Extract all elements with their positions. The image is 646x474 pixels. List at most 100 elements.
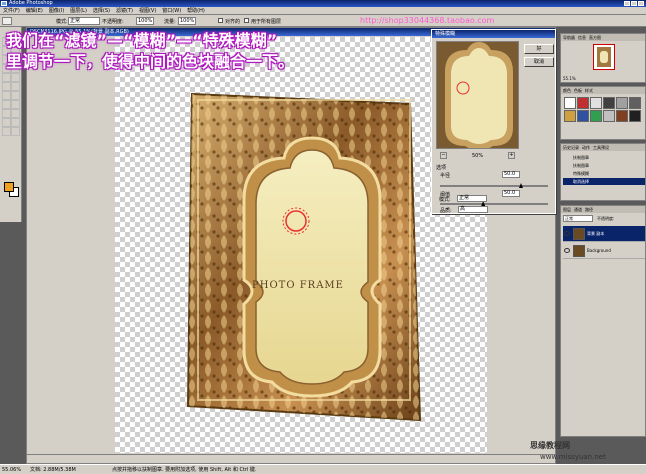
close-icon[interactable] (638, 1, 644, 6)
filter-preview[interactable] (436, 41, 519, 149)
layer-name: Background (587, 248, 611, 253)
radius-field[interactable]: 50.0 (502, 171, 520, 178)
zoom-in-button[interactable]: + (508, 152, 515, 159)
layers-panel: 图层 通道 路径 正常 不透明度: 背景 副本 Background (560, 205, 646, 437)
menu-select[interactable]: 选择(S) (90, 7, 113, 15)
visibility-eye-icon[interactable] (564, 231, 570, 236)
minimize-icon[interactable] (624, 1, 630, 6)
special-blur-dialog: 特殊模糊 好 取消 − 50% + 选项 半径 50.0 阈值 50.0 品质:… (431, 29, 556, 214)
photoshop-logo-icon (1, 1, 7, 6)
layer-blend-mode-select[interactable]: 正常 (563, 215, 593, 222)
threshold-slider[interactable] (440, 201, 548, 206)
history-item-selected[interactable]: 取消选择 (563, 178, 645, 185)
tab-actions[interactable]: 动作 (582, 145, 590, 150)
flow-field[interactable]: 100% (178, 17, 196, 25)
navigator-zoom[interactable]: 55.1% (563, 76, 576, 81)
radius-slider[interactable] (440, 183, 548, 188)
history-item[interactable]: 扶制图章 (563, 154, 645, 161)
tab-history[interactable]: 历史记录 (563, 145, 579, 150)
layer-row-background-copy[interactable]: 背景 副本 (563, 226, 645, 242)
tab-color[interactable]: 颜色 (563, 88, 571, 93)
style-swatch[interactable] (603, 97, 615, 109)
history-tabs: 历史记录 动作 工具预设 (561, 144, 645, 151)
cancel-button[interactable]: 取消 (524, 57, 554, 67)
menu-file[interactable]: 文件(F) (0, 7, 23, 15)
tab-navigator[interactable]: 导航器 (563, 35, 575, 40)
preview-zoom-value: 50% (472, 153, 484, 159)
blur-tool-icon[interactable] (2, 91, 11, 100)
style-swatch[interactable] (616, 97, 628, 109)
notes-tool-icon[interactable] (2, 118, 11, 127)
tab-styles[interactable]: 样式 (585, 88, 593, 93)
type-tool-icon[interactable] (11, 100, 20, 109)
style-swatch[interactable] (564, 97, 576, 109)
dodge-tool-icon[interactable] (11, 91, 20, 100)
gradient-tool-icon[interactable] (11, 82, 20, 91)
shape-tool-icon[interactable] (11, 109, 20, 118)
tab-paths[interactable]: 路径 (585, 207, 593, 212)
history-item[interactable]: 扶制图章 (563, 162, 645, 169)
style-swatch[interactable] (590, 97, 602, 109)
navigator-thumbnail[interactable] (593, 44, 615, 70)
menu-layer[interactable]: 图层(L) (67, 7, 90, 15)
navigator-panel: 导航器 信息 直方图 55.1% (560, 33, 646, 83)
mode-select[interactable]: 正常 (68, 17, 100, 25)
styles-tabs: 颜色 色板 样式 (561, 87, 645, 94)
menu-help[interactable]: 帮助(H) (184, 7, 208, 15)
eraser-tool-icon[interactable] (2, 82, 11, 91)
style-swatch[interactable] (577, 97, 589, 109)
visibility-eye-icon[interactable] (564, 248, 570, 253)
status-bar: 55.06% 文档: 2.88M/5.38M 点按并拖移以扶制图章. 要用附加选… (0, 464, 646, 474)
ok-button[interactable]: 好 (524, 44, 554, 54)
pen-tool-icon[interactable] (2, 109, 11, 118)
foreground-color-swatch[interactable] (4, 182, 14, 192)
zoom-out-button[interactable]: − (440, 152, 447, 159)
layer-thumbnail (573, 228, 585, 240)
menu-window[interactable]: 窗口(W) (159, 7, 184, 15)
tab-tool-presets[interactable]: 工具预设 (593, 145, 609, 150)
opacity-label: 不透明度: (102, 19, 124, 25)
radius-slider-thumb[interactable] (519, 183, 523, 188)
clone-stamp-tool-icon[interactable] (2, 73, 11, 82)
menu-edit[interactable]: 编辑(E) (23, 7, 46, 15)
status-doc-size[interactable]: 文档: 2.88M/5.38M (30, 465, 76, 474)
menu-bar: 文件(F) 编辑(E) 图像(I) 图层(L) 选择(S) 滤镜(T) 视图(V) 窗口(W)… (0, 7, 646, 15)
quality-select[interactable]: 高 (458, 206, 488, 213)
threshold-field[interactable]: 50.0 (502, 190, 520, 197)
history-brush-tool-icon[interactable] (11, 73, 20, 82)
tab-channels[interactable]: 通道 (574, 207, 582, 212)
style-swatch[interactable] (590, 110, 602, 122)
tab-layers[interactable]: 图层 (563, 207, 571, 212)
clone-stamp-tool-icon[interactable] (2, 17, 12, 25)
tab-histogram[interactable]: 直方图 (589, 35, 601, 40)
blur-mode-select[interactable]: 正常 (457, 195, 487, 202)
menu-filter[interactable]: 滤镜(T) (113, 7, 136, 15)
layers-tabs: 图层 通道 路径 (561, 206, 645, 213)
style-swatch[interactable] (629, 110, 641, 122)
style-swatch[interactable] (603, 110, 615, 122)
style-swatch[interactable] (629, 97, 641, 109)
layer-row-background[interactable]: Background (563, 243, 645, 259)
style-swatch[interactable] (564, 110, 576, 122)
photo-frame-drawing: PHOTO FRAME (186, 92, 422, 422)
status-zoom[interactable]: 55.06% (2, 465, 21, 474)
menu-view[interactable]: 视图(V) (136, 7, 159, 15)
tutorial-line-2: 里调节一下，使得中间的色块融合一下。 (6, 52, 295, 71)
all-layers-checkbox[interactable] (244, 18, 249, 23)
navigator-tabs: 导航器 信息 直方图 (561, 34, 645, 41)
opacity-field[interactable]: 100% (136, 17, 154, 25)
status-hint: 点按并拖移以扶制图章. 要用附加选项, 使用 Shift, Alt 和 Ctrl… (112, 467, 257, 473)
menu-image[interactable]: 图像(I) (46, 7, 67, 15)
eyedropper-tool-icon[interactable] (11, 118, 20, 127)
hand-tool-icon[interactable] (2, 127, 11, 136)
tab-info[interactable]: 信息 (578, 35, 586, 40)
style-swatch[interactable] (577, 110, 589, 122)
site-watermark-url: www.missyuan.net (540, 453, 606, 461)
history-item[interactable]: 特殊模糊 (563, 170, 645, 177)
style-swatch[interactable] (616, 110, 628, 122)
path-select-tool-icon[interactable] (2, 100, 11, 109)
zoom-tool-icon[interactable] (11, 127, 20, 136)
aligned-checkbox[interactable] (218, 18, 223, 23)
tab-swatches[interactable]: 色板 (574, 88, 582, 93)
maximize-icon[interactable] (631, 1, 637, 6)
